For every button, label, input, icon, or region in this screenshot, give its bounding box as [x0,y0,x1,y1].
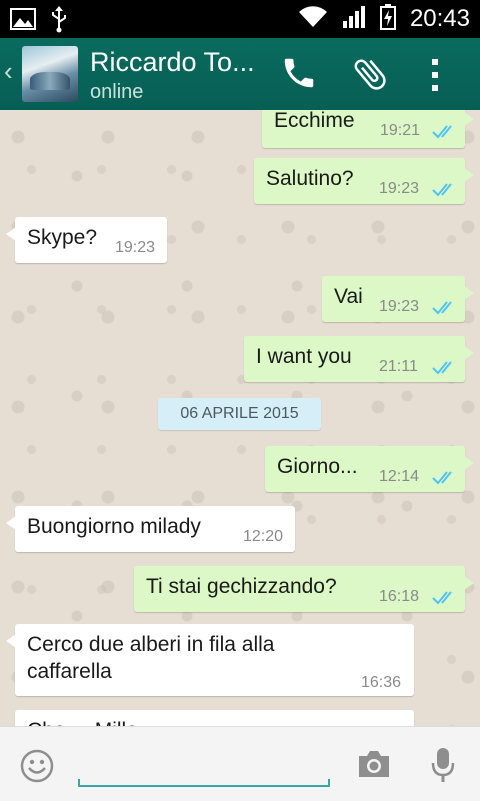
message-text: Skype? [27,226,98,249]
microphone-icon[interactable] [430,747,456,788]
message-incoming[interactable]: Buongiorno milady 12:20 [6,506,295,552]
message-outgoing[interactable]: Ti stai gechizzando? 16:18 [134,566,474,612]
battery-charging-icon [379,3,396,35]
message-outgoing[interactable]: I want you 21:11 [244,336,474,382]
message-text: Che ... Mille ... [27,717,161,726]
status-bar: 20:43 [0,0,480,38]
message-text: Ti stai gechizzando? [146,575,337,598]
contact-avatar[interactable] [22,46,78,102]
message-text: I want you [256,345,352,368]
message-outgoing[interactable]: Ecchime 19:21 [262,110,474,148]
message-incoming[interactable]: Cerco due alberi in fila alla caffarella… [6,624,414,696]
message-incoming[interactable]: Che ... Mille ... [15,710,414,726]
message-time: 21:11 [379,358,418,375]
message-time: 19:23 [115,239,156,256]
date-separator: 06 APRILE 2015 [158,398,321,430]
message-text: Cerco due alberi in fila alla caffarella [27,633,275,683]
camera-icon[interactable] [356,749,392,784]
message-time: 16:18 [379,588,420,605]
message-time: 12:14 [379,468,420,485]
chat-header: ‹ Riccardo To... online [0,38,480,110]
double-check-icon [432,298,458,322]
signal-icon [342,5,366,34]
message-outgoing[interactable]: Giorno... 12:14 [265,446,474,492]
message-outgoing[interactable]: Salutino? 19:23 [254,158,474,204]
double-check-icon [432,358,458,382]
message-time: 12:20 [243,528,284,545]
double-check-icon [432,588,458,612]
message-list[interactable]: Ecchime 19:21 Salutino? 19:23 Skype? 19:… [0,110,480,726]
gallery-icon [10,7,36,36]
overflow-menu-icon[interactable] [430,58,440,97]
paperclip-icon[interactable] [350,54,390,99]
input-underline [78,779,330,787]
message-input[interactable] [80,749,332,785]
usb-icon [50,5,68,38]
double-check-icon [432,122,458,146]
phone-icon[interactable] [280,54,318,97]
message-time: 19:21 [380,122,421,139]
message-incoming[interactable]: Skype? 19:23 [6,217,167,263]
message-time: 19:23 [379,298,420,315]
message-text: Buongiorno milady [27,515,201,538]
double-check-icon [432,180,458,204]
double-check-icon [432,468,458,492]
message-composer [0,726,480,801]
message-time: 16:36 [361,674,402,691]
message-text: Salutino? [266,167,354,190]
message-text: Ecchime [274,110,355,132]
message-text: Giorno... [277,455,358,478]
contact-name[interactable]: Riccardo To... [90,47,255,78]
contact-status: online [90,81,144,103]
status-time: 20:43 [409,5,470,32]
message-outgoing[interactable]: Vai 19:23 [322,276,474,322]
message-time: 19:23 [379,180,420,197]
wifi-icon [298,5,328,33]
emoji-icon[interactable] [20,749,54,788]
message-text: Vai [334,285,363,308]
back-chevron-icon[interactable]: ‹ [4,56,13,87]
